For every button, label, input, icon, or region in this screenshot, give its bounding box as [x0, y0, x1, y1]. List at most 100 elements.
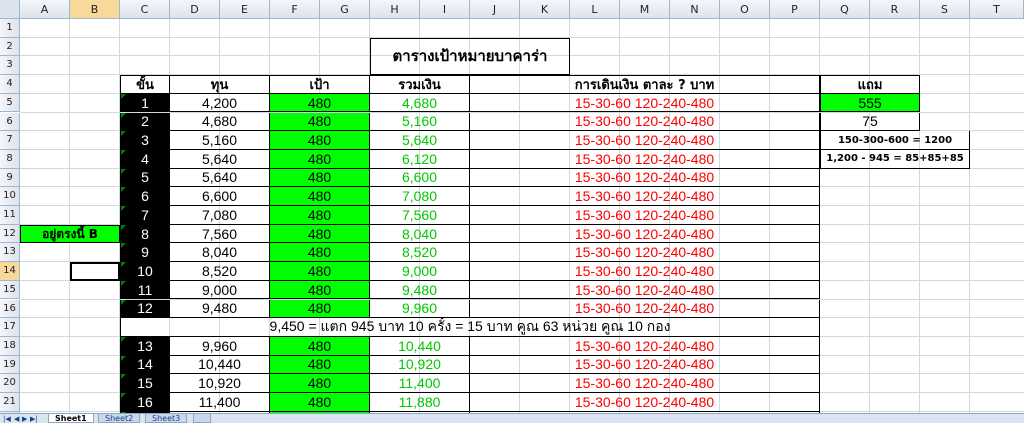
column-header-n[interactable]: N [670, 0, 720, 19]
target-cell: 480 [270, 131, 370, 150]
column-header-l[interactable]: L [570, 0, 620, 19]
column-header-e[interactable]: E [220, 0, 270, 19]
total-cell: 9,000 [370, 262, 470, 281]
column-header-h[interactable]: H [370, 0, 420, 19]
row-header[interactable]: 2 [0, 37, 20, 57]
column-header-d[interactable]: D [170, 0, 220, 19]
total-cell: 5,640 [370, 131, 470, 150]
column-header-m[interactable]: M [620, 0, 670, 19]
row-header[interactable]: 7 [0, 131, 20, 150]
betting-cell: 15-30-60 120-240-480 [470, 131, 820, 150]
total-cell: 9,480 [370, 280, 470, 300]
column-header-k[interactable]: K [520, 0, 570, 19]
total-cell: 9,960 [370, 299, 470, 319]
capital-cell: 5,160 [170, 131, 270, 150]
total-cell: 5,160 [370, 112, 470, 132]
row-header[interactable]: 16 [0, 299, 20, 319]
row-header[interactable]: 10 [0, 187, 20, 206]
row-header[interactable]: 18 [0, 336, 20, 356]
row-header[interactable]: 11 [0, 206, 20, 225]
column-header-b[interactable]: B [70, 0, 120, 19]
capital-cell: 9,480 [170, 299, 270, 319]
betting-cell: 15-30-60 120-240-480 [470, 224, 820, 244]
capital-cell: 9,000 [170, 280, 270, 300]
spreadsheet-grid[interactable]: ABCDEFGHIJKLMNOPQRST 1 2 3 4 5 6 7 8 9 10 11 12 13 14… [0, 0, 1024, 413]
target-cell: 480 [270, 168, 370, 188]
target-cell: 480 [270, 243, 370, 263]
row-header[interactable]: 15 [0, 280, 20, 300]
column-header-a[interactable]: A [20, 0, 70, 19]
capital-cell: 8,040 [170, 243, 270, 263]
select-all-corner[interactable] [0, 0, 20, 19]
row-header[interactable]: 13 [0, 243, 20, 263]
row-header[interactable]: 14 [0, 262, 20, 281]
target-cell: 480 [270, 262, 370, 281]
cell-indicator-icon [121, 262, 126, 268]
column-header-j[interactable]: J [470, 0, 520, 19]
row-header[interactable]: 8 [0, 149, 20, 169]
row-header[interactable]: 5 [0, 93, 20, 113]
header-bonus: แถม [820, 75, 920, 94]
column-header-o[interactable]: O [720, 0, 770, 19]
cell-indicator-icon [121, 280, 126, 286]
row-header[interactable]: 12 [0, 224, 20, 244]
column-header-s[interactable]: S [920, 0, 970, 19]
step-cell: 10 [120, 262, 170, 281]
cell-indicator-icon [121, 168, 126, 174]
betting-cell: 15-30-60 120-240-480 [470, 206, 820, 225]
target-cell: 480 [270, 299, 370, 319]
target-cell: 480 [270, 206, 370, 225]
capital-cell: 4,680 [170, 112, 270, 132]
capital-cell: 7,560 [170, 224, 270, 244]
row-header[interactable]: 19 [0, 355, 20, 375]
betting-cell: 15-30-60 120-240-480 [470, 149, 820, 169]
capital-cell: 8,520 [170, 262, 270, 281]
row-header[interactable]: 21 [0, 393, 20, 412]
total-cell: 6,120 [370, 149, 470, 169]
cell-indicator-icon [121, 149, 126, 155]
step-cell: 9 [120, 243, 170, 263]
cell-indicator-icon [121, 131, 126, 137]
cell-indicator-icon [121, 243, 126, 249]
selected-cell[interactable] [70, 262, 120, 281]
row-header[interactable]: 9 [0, 168, 20, 188]
column-header-p[interactable]: P [770, 0, 820, 19]
target-cell: 480 [270, 280, 370, 300]
row-header[interactable]: 6 [0, 112, 20, 132]
row-header[interactable]: 3 [0, 56, 20, 76]
column-header-c[interactable]: C [120, 0, 170, 19]
column-header-g[interactable]: G [320, 0, 370, 19]
cell-indicator-icon [121, 187, 126, 193]
betting-cell: 15-30-60 120-240-480 [470, 393, 820, 412]
column-header-f[interactable]: F [270, 0, 320, 19]
target-cell: 480 [270, 149, 370, 169]
target-cell: 480 [270, 336, 370, 356]
header-total: รวมเงิน [370, 75, 470, 94]
column-header-q[interactable]: Q [820, 0, 870, 19]
column-header-i[interactable]: I [420, 0, 470, 19]
column-header-r[interactable]: R [870, 0, 920, 19]
target-cell: 480 [270, 187, 370, 206]
step-cell: 11 [120, 280, 170, 300]
bonus-value-2: 75 [820, 112, 920, 132]
step-cell: 16 [120, 393, 170, 412]
cell-indicator-icon [121, 393, 126, 398]
betting-cell: 15-30-60 120-240-480 [470, 355, 820, 375]
cell-indicator-icon [121, 374, 126, 380]
cell-indicator-icon [121, 206, 126, 211]
row-header[interactable]: 20 [0, 374, 20, 393]
target-cell: 480 [270, 355, 370, 375]
step-cell: 12 [120, 299, 170, 319]
row-header[interactable]: 17 [0, 318, 20, 337]
column-header-t[interactable]: T [970, 0, 1024, 19]
target-cell: 480 [270, 93, 370, 113]
betting-cell: 15-30-60 120-240-480 [470, 168, 820, 188]
betting-cell: 15-30-60 120-240-480 [470, 262, 820, 281]
target-cell: 480 [270, 224, 370, 244]
step-cell: 4 [120, 149, 170, 169]
betting-cell: 15-30-60 120-240-480 [470, 93, 820, 113]
step-cell: 7 [120, 206, 170, 225]
row-header[interactable]: 1 [0, 19, 20, 38]
row-header[interactable]: 4 [0, 75, 20, 94]
total-cell: 7,560 [370, 206, 470, 225]
